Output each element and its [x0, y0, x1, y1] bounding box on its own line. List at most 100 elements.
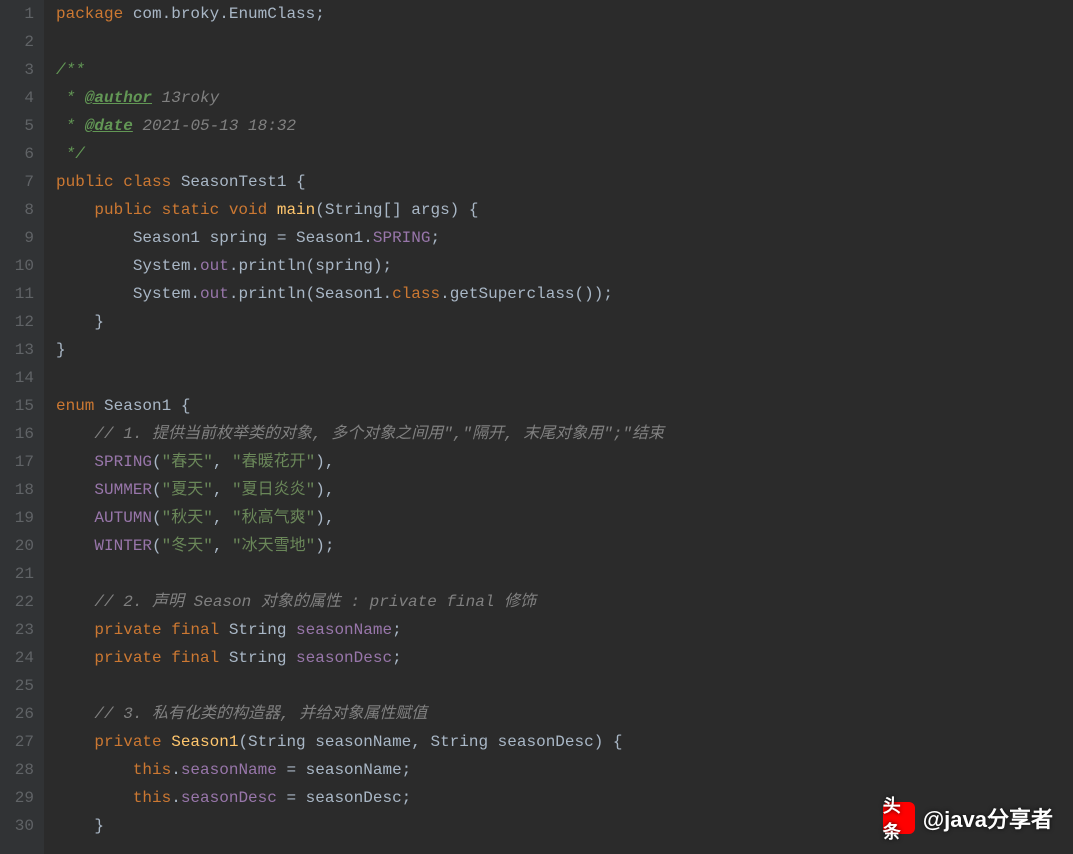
token-doctag: @author	[85, 89, 152, 107]
token-punct: System.	[56, 257, 200, 275]
line-number: 11	[0, 280, 34, 308]
code-line[interactable]: // 3. 私有化类的构造器, 并给对象属性赋值	[56, 700, 1073, 728]
token-punct: ;	[392, 649, 402, 667]
token-kw: class	[392, 285, 440, 303]
line-number: 28	[0, 756, 34, 784]
token-punct: ,	[213, 453, 232, 471]
code-line[interactable]: private final String seasonDesc;	[56, 644, 1073, 672]
code-line[interactable]: SUMMER("夏天", "夏日炎炎"),	[56, 476, 1073, 504]
token-doc: *	[56, 89, 85, 107]
token-str: "冬天"	[162, 537, 213, 555]
line-number: 30	[0, 812, 34, 840]
token-kw: this	[133, 761, 171, 779]
code-line[interactable]: package com.broky.EnumClass;	[56, 0, 1073, 28]
line-number: 8	[0, 196, 34, 224]
token-comment: // 1. 提供当前枚举类的对象, 多个对象之间用","隔开, 末尾对象用";"…	[94, 425, 664, 443]
token-const: SPRING	[94, 453, 152, 471]
line-number: 20	[0, 532, 34, 560]
token-cls: SeasonTest1	[181, 173, 287, 191]
code-line[interactable]: */	[56, 140, 1073, 168]
token-punct	[56, 593, 94, 611]
token-field: out	[200, 257, 229, 275]
code-line[interactable]: * @date 2021-05-13 18:32	[56, 112, 1073, 140]
code-line[interactable]: WINTER("冬天", "冰天雪地");	[56, 532, 1073, 560]
token-comment: // 2. 声明 Season 对象的属性 : private final 修饰	[94, 593, 536, 611]
code-line[interactable]: private final String seasonName;	[56, 616, 1073, 644]
line-number: 17	[0, 448, 34, 476]
line-number: 16	[0, 420, 34, 448]
token-punct: ),	[315, 481, 334, 499]
token-const: AUTUMN	[94, 509, 152, 527]
code-line[interactable]: System.out.println(spring);	[56, 252, 1073, 280]
token-method: Season1	[171, 733, 238, 751]
token-str: "冰天雪地"	[232, 537, 315, 555]
line-number: 27	[0, 728, 34, 756]
code-line[interactable]: // 1. 提供当前枚举类的对象, 多个对象之间用","隔开, 末尾对象用";"…	[56, 420, 1073, 448]
token-punct: ,	[213, 509, 232, 527]
token-punct	[56, 453, 94, 471]
code-line[interactable]: }	[56, 336, 1073, 364]
code-line[interactable]: AUTUMN("秋天", "秋高气爽"),	[56, 504, 1073, 532]
token-punct	[56, 733, 94, 751]
code-line[interactable]: }	[56, 308, 1073, 336]
code-editor[interactable]: 1234567891011121314151617181920212223242…	[0, 0, 1073, 854]
line-number: 3	[0, 56, 34, 84]
token-punct: ,	[213, 481, 232, 499]
line-number: 23	[0, 616, 34, 644]
watermark: 头条 @java分享者	[883, 802, 1053, 834]
token-kw: private	[94, 733, 171, 751]
code-line[interactable]: public class SeasonTest1 {	[56, 168, 1073, 196]
token-docval: 2021-05-13 18:32	[133, 117, 296, 135]
token-kw: this	[133, 789, 171, 807]
code-line[interactable]: SPRING("春天", "春暖花开"),	[56, 448, 1073, 476]
code-line[interactable]: this.seasonName = seasonName;	[56, 756, 1073, 784]
token-punct: ;	[430, 229, 440, 247]
token-str: "春天"	[162, 453, 213, 471]
token-punct: ),	[315, 509, 334, 527]
token-method: main	[277, 201, 315, 219]
token-punct: (	[152, 453, 162, 471]
token-kw: private final	[94, 621, 228, 639]
code-line[interactable]: enum Season1 {	[56, 392, 1073, 420]
token-punct	[56, 789, 133, 807]
token-punct	[56, 621, 94, 639]
token-punct: }	[56, 341, 66, 359]
token-doc: */	[56, 145, 85, 163]
token-const: SPRING	[373, 229, 431, 247]
token-cls: Season1	[104, 397, 171, 415]
line-number: 7	[0, 168, 34, 196]
token-punct: (	[152, 481, 162, 499]
code-line[interactable]: private Season1(String seasonName, Strin…	[56, 728, 1073, 756]
token-kw: package	[56, 5, 123, 23]
line-number: 29	[0, 784, 34, 812]
token-punct: (String seasonName, String seasonDesc) {	[238, 733, 622, 751]
token-doc: /**	[56, 61, 85, 79]
code-line[interactable]: /**	[56, 56, 1073, 84]
code-line[interactable]	[56, 560, 1073, 588]
token-punct: ,	[213, 537, 232, 555]
token-punct: com.broky.EnumClass;	[123, 5, 325, 23]
token-str: "春暖花开"	[232, 453, 315, 471]
code-line[interactable]	[56, 364, 1073, 392]
code-line[interactable]: public static void main(String[] args) {	[56, 196, 1073, 224]
token-punct: }	[56, 313, 104, 331]
token-punct	[56, 761, 133, 779]
code-line[interactable]: // 2. 声明 Season 对象的属性 : private final 修饰	[56, 588, 1073, 616]
token-kw: private final	[94, 649, 228, 667]
token-punct: ;	[392, 621, 402, 639]
code-line[interactable]: Season1 spring = Season1.SPRING;	[56, 224, 1073, 252]
code-line[interactable]: System.out.println(Season1.class.getSupe…	[56, 280, 1073, 308]
line-number: 5	[0, 112, 34, 140]
line-number: 19	[0, 504, 34, 532]
token-punct: {	[286, 173, 305, 191]
token-str: "秋高气爽"	[232, 509, 315, 527]
line-number: 2	[0, 28, 34, 56]
code-content[interactable]: package com.broky.EnumClass; /** * @autho…	[44, 0, 1073, 854]
code-line[interactable]	[56, 28, 1073, 56]
line-number: 6	[0, 140, 34, 168]
code-line[interactable]: * @author 13roky	[56, 84, 1073, 112]
code-line[interactable]	[56, 672, 1073, 700]
token-punct: = seasonName;	[277, 761, 411, 779]
token-doc: *	[56, 117, 85, 135]
line-number: 18	[0, 476, 34, 504]
